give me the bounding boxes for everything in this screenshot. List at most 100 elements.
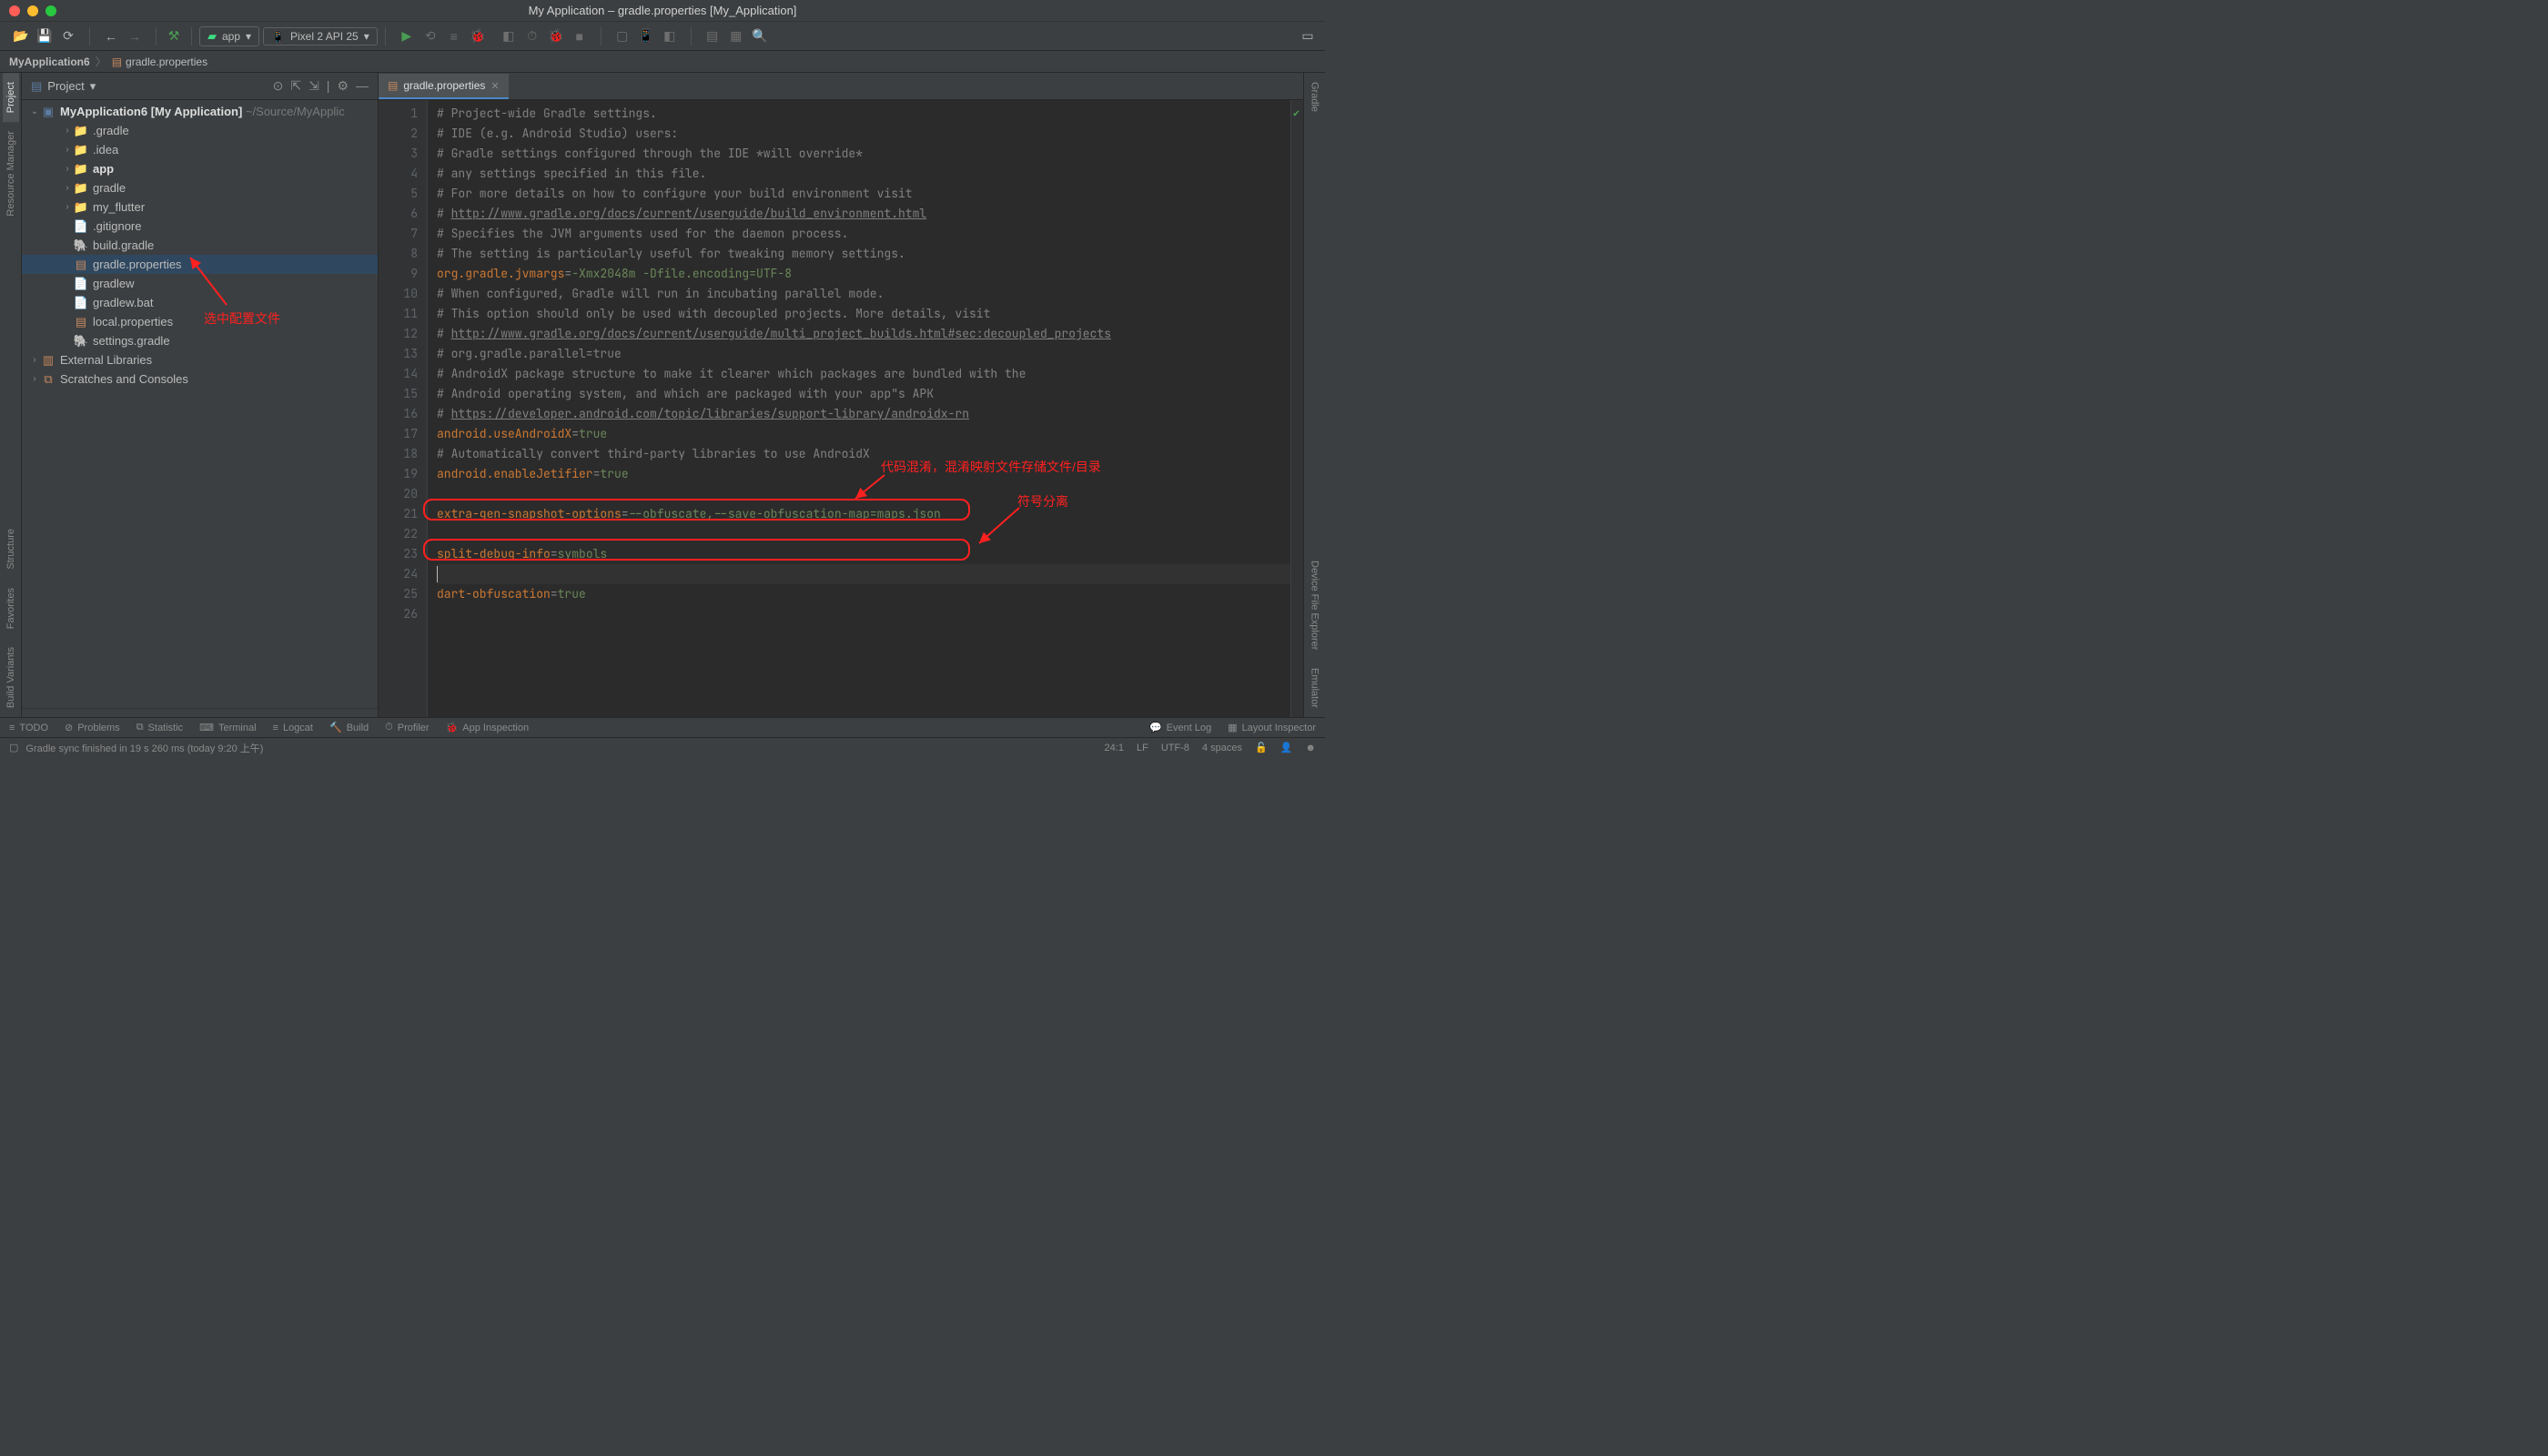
apply-code-icon[interactable]: ≡ xyxy=(444,26,464,46)
code-line[interactable]: # IDE (e.g. Android Studio) users: xyxy=(437,124,1290,144)
memory-icon[interactable]: 👤 xyxy=(1280,742,1293,753)
code-line[interactable]: # Project-wide Gradle settings. xyxy=(437,104,1290,124)
tool-inspection[interactable]: 🐞App Inspection xyxy=(446,722,529,733)
code-line[interactable]: # The setting is particularly useful for… xyxy=(437,244,1290,264)
tool-terminal[interactable]: ⌨Terminal xyxy=(199,722,256,733)
code-line[interactable]: # org.gradle.parallel=true xyxy=(437,344,1290,364)
sdk-icon[interactable]: 📱 xyxy=(636,26,656,46)
code-line[interactable] xyxy=(437,484,1290,504)
stop-icon[interactable]: ■ xyxy=(570,26,590,46)
hide-panels-icon[interactable]: ▭ xyxy=(1298,26,1318,46)
tool-profiler[interactable]: ⏱Profiler xyxy=(385,722,429,733)
sync-icon[interactable]: ⚒ xyxy=(164,26,184,46)
tree-row[interactable]: ▤ local.properties xyxy=(22,312,378,331)
avd-icon[interactable]: ▢ xyxy=(612,26,632,46)
smile-icon[interactable]: ☻ xyxy=(1305,743,1316,753)
code-area[interactable]: # Project-wide Gradle settings.# IDE (e.… xyxy=(428,100,1290,717)
code-line[interactable]: # Specifies the JVM arguments used for t… xyxy=(437,224,1290,244)
tool-logcat[interactable]: ≡Logcat xyxy=(273,723,313,733)
forward-icon[interactable]: → xyxy=(125,26,145,46)
tree-row[interactable]: 📄 .gitignore xyxy=(22,217,378,236)
tool-tab-gradle[interactable]: Gradle xyxy=(1307,73,1323,121)
select-opened-icon[interactable]: ⊙ xyxy=(273,78,284,94)
tree-row[interactable]: › 📁 .idea xyxy=(22,140,378,159)
code-line[interactable]: split-debug-info=symbols xyxy=(437,544,1290,564)
project-tree[interactable]: ⌄ ▣ MyApplication6 [My Application] ~/So… xyxy=(22,100,378,717)
coverage-icon[interactable]: ◧ xyxy=(499,26,519,46)
code-line[interactable]: dart-obfuscation=true xyxy=(437,584,1290,604)
tool-layout-inspector[interactable]: ▦Layout Inspector xyxy=(1228,722,1316,733)
code-line[interactable]: extra-gen-snapshot-options=--obfuscate,-… xyxy=(437,504,1290,524)
structure-icon[interactable]: ▤ xyxy=(703,26,723,46)
tool-tab-build-variants[interactable]: Build Variants xyxy=(3,638,19,717)
tree-row[interactable]: 🐘 build.gradle xyxy=(22,236,378,255)
tree-row[interactable]: › ⧉ Scratches and Consoles xyxy=(22,369,378,389)
reload-icon[interactable]: ⟳ xyxy=(58,26,78,46)
settings-icon[interactable]: ⚙ xyxy=(337,78,349,94)
tool-tab-device-explorer[interactable]: Device File Explorer xyxy=(1307,551,1323,659)
close-tab-icon[interactable]: ✕ xyxy=(490,80,499,92)
tree-row[interactable]: ⌄ ▣ MyApplication6 [My Application] ~/So… xyxy=(22,102,378,121)
window-minimize-icon[interactable] xyxy=(27,5,38,16)
profile-icon[interactable]: ⏱ xyxy=(522,26,542,46)
code-line[interactable]: # For more details on how to configure y… xyxy=(437,184,1290,204)
code-line[interactable] xyxy=(437,524,1290,544)
code-line[interactable]: # https://developer.android.com/topic/li… xyxy=(437,404,1290,424)
editor-body[interactable]: 1234567891011121314151617181920212223242… xyxy=(379,100,1303,717)
search-icon[interactable]: 🔍 xyxy=(750,26,770,46)
back-icon[interactable]: ← xyxy=(101,26,121,46)
layout-inspector-icon[interactable]: ▦ xyxy=(726,26,746,46)
code-line[interactable]: android.useAndroidX=true xyxy=(437,424,1290,444)
readonly-icon[interactable]: 🔓 xyxy=(1255,742,1268,753)
window-close-icon[interactable] xyxy=(9,5,20,16)
status-encoding[interactable]: UTF-8 xyxy=(1161,743,1189,753)
code-line[interactable] xyxy=(437,564,1290,584)
tree-row[interactable]: 🐘 settings.gradle xyxy=(22,331,378,350)
code-line[interactable]: # Automatically convert third-party libr… xyxy=(437,444,1290,464)
code-line[interactable]: # Gradle settings configured through the… xyxy=(437,144,1290,164)
status-indent[interactable]: 4 spaces xyxy=(1202,743,1242,753)
code-line[interactable]: # AndroidX package structure to make it … xyxy=(437,364,1290,384)
code-line[interactable] xyxy=(437,604,1290,624)
breadcrumb-root[interactable]: MyApplication6 xyxy=(9,56,90,68)
tool-tab-structure[interactable]: Structure xyxy=(3,520,19,579)
tool-event-log[interactable]: 💬Event Log xyxy=(1149,722,1211,733)
hide-icon[interactable]: — xyxy=(356,78,369,94)
tree-row[interactable]: ▤ gradle.properties xyxy=(22,255,378,274)
code-line[interactable]: # any settings specified in this file. xyxy=(437,164,1290,184)
tree-row[interactable]: 📄 gradlew xyxy=(22,274,378,293)
breadcrumb-file[interactable]: ▤ gradle.properties xyxy=(112,56,207,68)
code-line[interactable]: org.gradle.jvmargs=-Xmx2048m -Dfile.enco… xyxy=(437,264,1290,284)
debug-icon[interactable]: 🐞 xyxy=(468,26,488,46)
tool-statistic[interactable]: ⧉Statistic xyxy=(136,722,183,733)
editor-tab-gradle-properties[interactable]: ▤ gradle.properties ✕ xyxy=(379,74,509,99)
device-dropdown[interactable]: 📱 Pixel 2 API 25 ▾ xyxy=(263,27,378,46)
tool-tab-favorites[interactable]: Favorites xyxy=(3,579,19,638)
tool-tab-emulator[interactable]: Emulator xyxy=(1307,659,1323,717)
resource-icon[interactable]: ◧ xyxy=(660,26,680,46)
tree-row[interactable]: › 📁 gradle xyxy=(22,178,378,197)
tool-todo[interactable]: ≡TODO xyxy=(9,723,48,733)
save-icon[interactable]: 💾 xyxy=(35,26,55,46)
code-line[interactable]: android.enableJetifier=true xyxy=(437,464,1290,484)
code-line[interactable]: # http://www.gradle.org/docs/current/use… xyxy=(437,324,1290,344)
code-line[interactable]: # Android operating system, and which ar… xyxy=(437,384,1290,404)
run-icon[interactable]: ▶ xyxy=(397,26,417,46)
project-view-dropdown[interactable]: ▤ Project ▾ xyxy=(31,79,96,94)
tree-row[interactable]: › 📁 app xyxy=(22,159,378,178)
status-line-ending[interactable]: LF xyxy=(1137,743,1148,753)
code-line[interactable]: # When configured, Gradle will run in in… xyxy=(437,284,1290,304)
collapse-all-icon[interactable]: ⇲ xyxy=(308,78,319,94)
attach-debugger-icon[interactable]: 🐞 xyxy=(546,26,566,46)
tool-problems[interactable]: ⊘Problems xyxy=(65,722,120,733)
window-maximize-icon[interactable] xyxy=(46,5,56,16)
tool-tab-resource-manager[interactable]: Resource Manager xyxy=(3,122,19,226)
code-line[interactable]: # This option should only be used with d… xyxy=(437,304,1290,324)
status-caret-pos[interactable]: 24:1 xyxy=(1105,743,1124,753)
tree-row[interactable]: › 📁 .gradle xyxy=(22,121,378,140)
expand-all-icon[interactable]: ⇱ xyxy=(290,78,301,94)
tree-row[interactable]: 📄 gradlew.bat xyxy=(22,293,378,312)
tool-build[interactable]: 🔨Build xyxy=(329,722,369,733)
open-icon[interactable]: 📂 xyxy=(11,26,31,46)
tool-tab-project[interactable]: Project xyxy=(3,73,19,122)
